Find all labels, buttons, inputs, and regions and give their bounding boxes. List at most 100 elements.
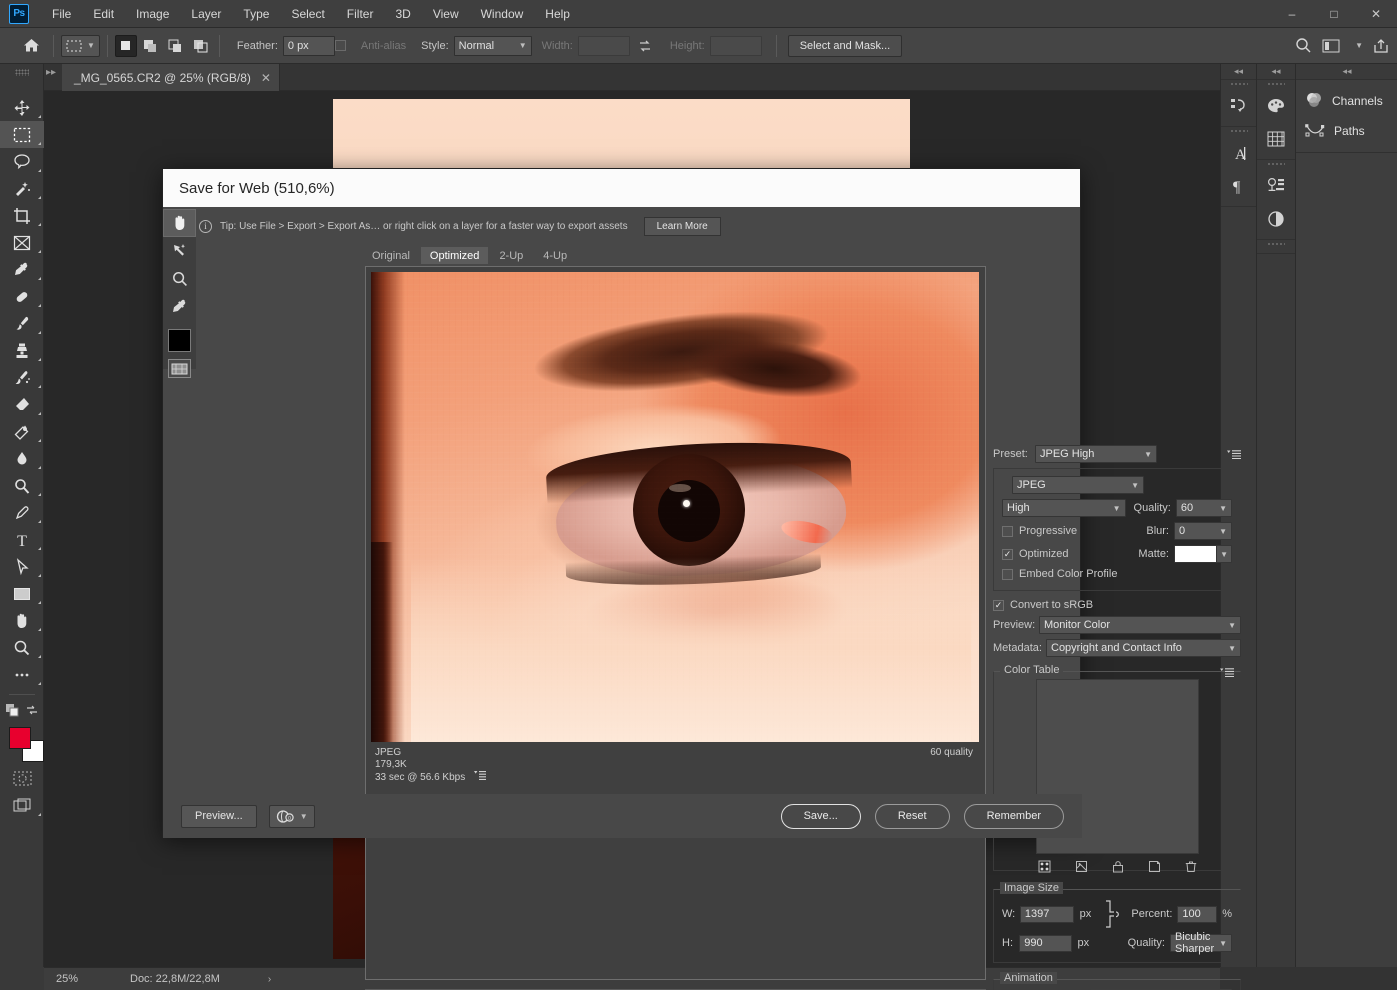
spot-healing-brush-tool[interactable]	[0, 283, 44, 310]
status-zoom-level[interactable]: 25%	[44, 973, 112, 985]
menu-image[interactable]: Image	[125, 2, 180, 26]
style-select[interactable]: Normal ▼	[454, 36, 532, 56]
maximize-button[interactable]: □	[1313, 0, 1355, 28]
gradient-tool[interactable]	[0, 418, 44, 445]
blur-input[interactable]: 0 ▼	[1174, 522, 1232, 540]
browser-select[interactable]: 0 ▼	[269, 805, 315, 828]
blur-tool[interactable]	[0, 445, 44, 472]
share-icon[interactable]	[1373, 38, 1389, 54]
image-width-input[interactable]: 1397	[1020, 906, 1074, 923]
drag-handle[interactable]	[1257, 160, 1295, 169]
move-tool[interactable]	[0, 94, 44, 121]
width-input[interactable]	[578, 36, 630, 56]
rectangular-marquee-tool[interactable]	[0, 121, 44, 148]
preset-select[interactable]: JPEG High ▼	[1035, 445, 1157, 463]
matte-color-select[interactable]: ▼	[1174, 545, 1232, 563]
remember-button[interactable]: Remember	[964, 804, 1064, 829]
history-brush-tool[interactable]	[0, 364, 44, 391]
percent-input[interactable]: 100	[1177, 906, 1217, 923]
close-button[interactable]: ✕	[1355, 0, 1397, 28]
brush-tool[interactable]	[0, 310, 44, 337]
menu-view[interactable]: View	[422, 2, 470, 26]
close-icon[interactable]: ✕	[261, 71, 271, 85]
path-selection-tool[interactable]	[0, 553, 44, 580]
eyedropper-tool[interactable]	[0, 256, 44, 283]
map-to-transparency-icon[interactable]	[1075, 860, 1088, 873]
preview-area[interactable]: JPEG 179,3K 33 sec @ 56.6 Kbps 60 qualit…	[365, 266, 986, 980]
dodge-tool[interactable]	[0, 472, 44, 499]
intersect-selection-button[interactable]	[190, 35, 212, 57]
preview-select[interactable]: Monitor Color ▼	[1039, 616, 1241, 634]
swatches-icon[interactable]	[1257, 89, 1295, 122]
collapse-dock-column-1[interactable]: ◂◂	[1221, 64, 1256, 80]
frame-tool[interactable]	[0, 229, 44, 256]
image-height-input[interactable]: 990	[1019, 935, 1071, 952]
preview-button[interactable]: Preview...	[181, 805, 257, 828]
lasso-tool[interactable]	[0, 148, 44, 175]
menu-3d[interactable]: 3D	[384, 2, 421, 26]
toggle-slices-visibility-icon[interactable]	[168, 359, 191, 378]
preset-flyout-menu-icon[interactable]	[1227, 448, 1241, 460]
menu-type[interactable]: Type	[232, 2, 280, 26]
eraser-tool[interactable]	[0, 391, 44, 418]
quick-selection-tool[interactable]	[0, 175, 44, 202]
feather-input[interactable]: 0 px	[283, 36, 335, 56]
dialog-slice-select-tool[interactable]	[163, 237, 196, 265]
panel-tab-paths[interactable]: Paths	[1296, 116, 1397, 146]
color-table-flyout-menu-icon[interactable]	[1220, 668, 1234, 677]
rectangle-tool[interactable]	[0, 580, 44, 607]
menu-window[interactable]: Window	[470, 2, 535, 26]
tab-original[interactable]: Original	[363, 247, 419, 264]
status-expand-arrow[interactable]: ›	[268, 974, 271, 985]
crop-tool[interactable]	[0, 202, 44, 229]
search-icon[interactable]	[1295, 37, 1312, 54]
default-colors-icon[interactable]	[6, 704, 19, 717]
menu-filter[interactable]: Filter	[336, 2, 385, 26]
constrain-proportions-icon[interactable]	[1100, 899, 1126, 929]
adjustments-icon[interactable]	[1257, 202, 1295, 235]
new-selection-button[interactable]	[115, 35, 137, 57]
panel-tab-channels[interactable]: Channels	[1296, 86, 1397, 116]
type-tool[interactable]: T	[0, 526, 44, 553]
zoom-tool[interactable]	[0, 634, 44, 661]
add-to-selection-button[interactable]	[140, 35, 162, 57]
delete-color-icon[interactable]	[1185, 860, 1197, 873]
eyedropper-color-swatch[interactable]	[168, 329, 191, 352]
dialog-zoom-tool[interactable]	[163, 265, 196, 293]
menu-layer[interactable]: Layer	[180, 2, 232, 26]
format-select[interactable]: JPEG ▼	[1012, 476, 1144, 494]
foreground-color-swatch[interactable]	[9, 727, 31, 749]
map-to-web-colors-icon[interactable]	[1038, 860, 1051, 873]
quality-input[interactable]: 60 ▼	[1176, 499, 1232, 517]
dialog-eyedropper-tool[interactable]	[163, 293, 196, 321]
workspace-icon[interactable]	[1322, 39, 1340, 53]
swap-colors-icon[interactable]	[26, 704, 38, 716]
drag-handle[interactable]	[1221, 80, 1256, 89]
drag-handle[interactable]	[1257, 80, 1295, 89]
toolbar-drag-handle[interactable]	[0, 64, 44, 80]
menu-select[interactable]: Select	[280, 2, 335, 26]
quick-mask-button[interactable]	[0, 765, 44, 792]
embed-color-profile-checkbox[interactable]	[1002, 569, 1013, 580]
convert-to-srgb-checkbox[interactable]	[993, 600, 1004, 611]
swap-dimensions-icon[interactable]	[638, 39, 652, 53]
collapse-dock-column-3[interactable]: ◂◂	[1296, 64, 1397, 80]
edit-toolbar-tool[interactable]	[0, 661, 44, 688]
lock-color-icon[interactable]	[1112, 860, 1124, 873]
save-button[interactable]: Save...	[781, 804, 861, 829]
hand-tool[interactable]	[0, 607, 44, 634]
character-icon[interactable]: A	[1221, 136, 1256, 169]
pen-tool[interactable]	[0, 499, 44, 526]
height-input[interactable]	[710, 36, 762, 56]
drag-handle[interactable]	[1221, 127, 1256, 136]
preview-flyout-menu-icon[interactable]	[474, 771, 486, 780]
chevron-down-icon[interactable]: ▼	[1355, 41, 1363, 50]
dialog-hand-tool[interactable]	[163, 209, 196, 237]
history-icon[interactable]	[1221, 89, 1256, 122]
document-tab[interactable]: _MG_0565.CR2 @ 25% (RGB/8) ✕	[62, 64, 280, 91]
paragraph-icon[interactable]: ¶	[1221, 169, 1256, 202]
menu-file[interactable]: File	[41, 2, 82, 26]
compression-select[interactable]: High ▼	[1002, 499, 1126, 517]
clone-stamp-tool[interactable]	[0, 337, 44, 364]
home-icon[interactable]	[16, 28, 46, 64]
